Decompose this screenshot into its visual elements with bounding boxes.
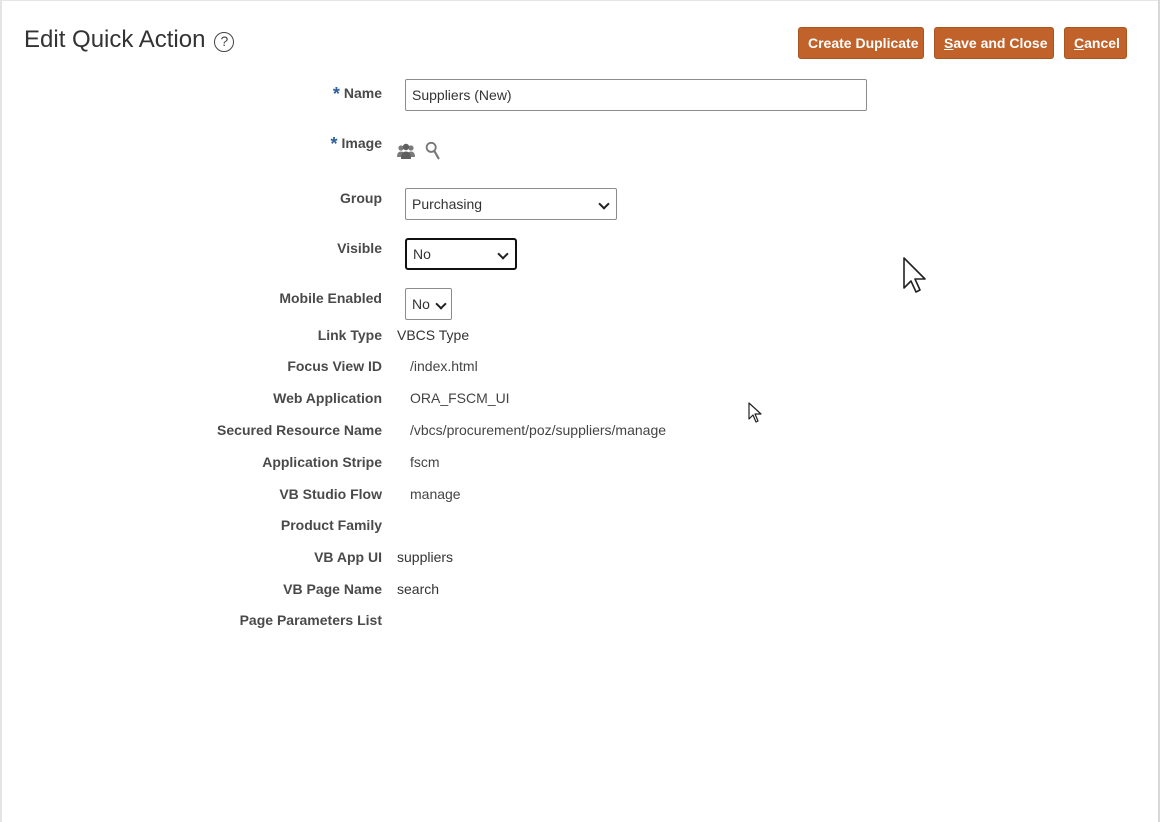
window-top-border bbox=[0, 0, 1160, 1]
group-selected-value: Purchasing bbox=[412, 196, 483, 212]
cancel-button[interactable]: Cancel bbox=[1064, 27, 1127, 59]
people-icon[interactable] bbox=[396, 142, 416, 160]
visible-label: Visible bbox=[337, 240, 382, 256]
chevron-down-icon bbox=[435, 298, 447, 310]
vb-page-name-label: VB Page Name bbox=[283, 581, 382, 597]
cancel-label: ancel bbox=[1084, 35, 1120, 51]
application-stripe-label: Application Stripe bbox=[262, 454, 382, 470]
image-label-text: Image bbox=[341, 135, 382, 151]
chevron-down-icon bbox=[497, 248, 509, 260]
web-application-value: ORA_FSCM_UI bbox=[410, 390, 510, 406]
page-title-text: Edit Quick Action bbox=[24, 26, 206, 53]
group-label: Group bbox=[340, 190, 382, 206]
group-select[interactable]: Purchasing bbox=[405, 188, 617, 220]
save-and-close-accesskey: S bbox=[944, 35, 954, 51]
chevron-down-icon bbox=[598, 198, 610, 210]
vb-app-ui-value: suppliers bbox=[397, 549, 454, 565]
window-left-border bbox=[0, 0, 2, 822]
product-family-label: Product Family bbox=[280, 517, 382, 533]
secured-resource-name-value: /vbcs/procurement/poz/suppliers/manage bbox=[410, 422, 667, 438]
web-application-label: Web Application bbox=[273, 390, 382, 406]
name-label-text: Name bbox=[343, 85, 382, 101]
link-type-label: Link Type bbox=[317, 327, 382, 343]
cancel-accesskey: C bbox=[1074, 35, 1085, 51]
search-icon[interactable] bbox=[424, 141, 442, 161]
name-input[interactable]: Suppliers (New) bbox=[405, 79, 867, 111]
page-title: Edit Quick Action ? bbox=[24, 26, 235, 54]
mobile-enabled-label: Mobile Enabled bbox=[279, 290, 382, 306]
focus-view-id-value: /index.html bbox=[410, 358, 478, 374]
required-star: * bbox=[332, 84, 340, 104]
vb-page-name-value: search bbox=[397, 581, 440, 597]
image-label: * Image bbox=[331, 134, 382, 155]
required-star: * bbox=[330, 134, 338, 154]
application-stripe-value: fscm bbox=[410, 454, 440, 470]
vb-studio-flow-value: manage bbox=[410, 486, 461, 502]
save-and-close-button[interactable]: Save and Close bbox=[934, 27, 1054, 59]
mouse-cursor-icon bbox=[903, 257, 926, 293]
help-icon[interactable]: ? bbox=[214, 31, 235, 52]
vb-app-ui-label: VB App UI bbox=[314, 549, 382, 565]
create-duplicate-button[interactable]: Create Duplicate bbox=[798, 27, 924, 59]
secured-resource-name-label: Secured Resource Name bbox=[217, 422, 382, 438]
mobile-enabled-select[interactable]: No bbox=[405, 288, 452, 320]
visible-select[interactable]: No bbox=[405, 238, 517, 270]
focus-view-id-label: Focus View ID bbox=[287, 358, 382, 374]
link-type-value: VBCS Type bbox=[397, 327, 470, 343]
save-and-close-label: ave and Close bbox=[953, 35, 1048, 51]
mouse-cursor-icon bbox=[748, 402, 762, 423]
image-picker bbox=[396, 141, 442, 161]
name-label: * Name bbox=[333, 84, 382, 105]
page-parameters-list-label: Page Parameters List bbox=[239, 612, 382, 628]
visible-selected-value: No bbox=[413, 246, 431, 262]
mobile-enabled-selected-value: No bbox=[412, 296, 430, 312]
vb-studio-flow-label: VB Studio Flow bbox=[279, 486, 382, 502]
